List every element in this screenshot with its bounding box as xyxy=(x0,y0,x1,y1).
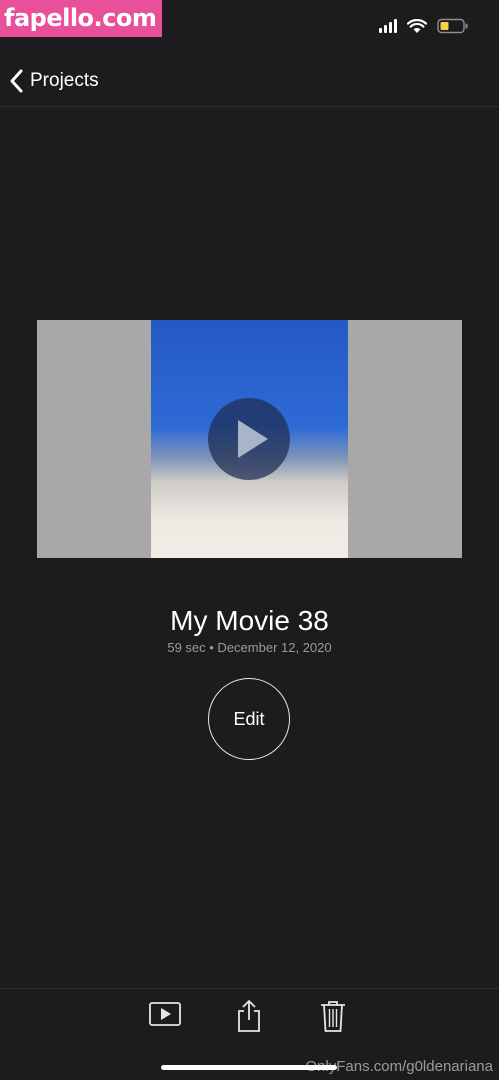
play-icon xyxy=(238,420,268,458)
chevron-left-icon xyxy=(10,69,23,93)
play-button[interactable] xyxy=(208,398,290,480)
edit-button-label: Edit xyxy=(233,708,265,729)
project-meta: 59 sec • December 12, 2020 xyxy=(167,640,332,655)
video-preview[interactable] xyxy=(37,320,462,558)
navigation-bar: Projects xyxy=(0,60,499,107)
share-button[interactable] xyxy=(234,999,264,1038)
cellular-signal-icon xyxy=(379,19,397,33)
imovie-project-screen: fapello.com Projects My Movie 38 59 sec … xyxy=(0,0,499,1080)
play-icon xyxy=(149,1002,181,1026)
delete-button[interactable] xyxy=(319,999,347,1038)
battery-icon xyxy=(437,18,468,34)
back-button[interactable]: Projects xyxy=(8,68,99,94)
watermark-text: OnlyFans.com/g0ldenariana xyxy=(305,1058,493,1075)
share-icon xyxy=(238,1000,260,1032)
project-title: My Movie 38 xyxy=(170,605,329,636)
play-movie-button[interactable] xyxy=(148,999,182,1034)
status-bar xyxy=(379,18,469,34)
wifi-icon xyxy=(407,18,427,33)
back-button-label: Projects xyxy=(30,70,99,91)
watermark-logo: fapello.com xyxy=(0,0,162,37)
edit-button[interactable]: Edit xyxy=(208,678,290,760)
trash-icon xyxy=(321,1001,345,1032)
